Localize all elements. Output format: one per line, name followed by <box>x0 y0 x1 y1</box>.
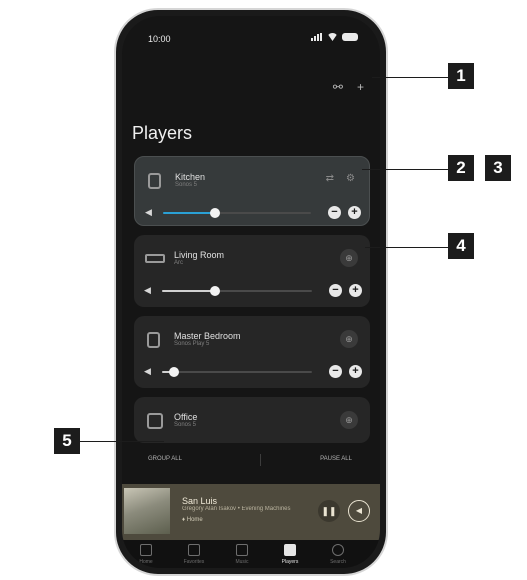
group-icon[interactable]: ⚯ <box>333 80 343 94</box>
signal-icon <box>311 33 323 41</box>
volume-icon: ◀ <box>144 366 151 376</box>
volume-down-button[interactable]: − <box>329 365 342 378</box>
tab-label: Music <box>235 559 249 565</box>
speaker-device-icon <box>148 173 161 189</box>
volume-slider[interactable] <box>162 286 312 296</box>
callout-line-4 <box>365 247 448 248</box>
volume-knob[interactable] <box>209 286 220 296</box>
player-card-kitchen[interactable]: Kitchen Sonos 5 ⇄ ⚙ ◀ − + <box>134 156 370 226</box>
now-playing-bar[interactable]: San Luis Gregory Alan Isakov • Evening M… <box>122 484 380 540</box>
volume-knob[interactable] <box>209 208 220 218</box>
callout-line-2 <box>362 169 448 170</box>
add-icon[interactable]: + <box>357 80 364 94</box>
player-card-living-room[interactable]: Living Room Arc ⊕ ◀ − + <box>134 235 370 307</box>
now-playing-room: ♦ Home <box>182 517 203 523</box>
group-button[interactable]: ⊕ <box>340 330 358 348</box>
player-model: Sonos 5 <box>174 422 197 428</box>
volume-button[interactable]: ◀ <box>348 500 370 522</box>
divider <box>260 454 261 466</box>
tab-music[interactable]: Music <box>220 544 264 565</box>
volume-down-button[interactable]: − <box>329 284 342 297</box>
tab-players[interactable]: Players <box>268 544 312 565</box>
soundbar-device-icon <box>145 254 165 263</box>
player-card-master-bedroom[interactable]: Master Bedroom Sonos Play 5 ⊕ ◀ − + <box>134 316 370 388</box>
callout-3: 3 <box>485 155 511 181</box>
player-actions: ⇄ ⚙ <box>326 173 355 184</box>
volume-fill <box>162 290 215 292</box>
speaker-device-icon <box>147 332 160 348</box>
player-card-office[interactable]: Office Sonos 5 ⊕ <box>134 397 370 443</box>
callout-line-5 <box>80 441 164 442</box>
battery-icon <box>342 33 358 41</box>
volume-icon: ◀ <box>144 285 151 295</box>
tab-label: Favorites <box>183 559 205 565</box>
tab-label: Home <box>139 559 153 565</box>
pause-all-button[interactable]: PAUSE ALL <box>320 456 352 462</box>
album-art <box>124 488 170 534</box>
player-name: Master Bedroom <box>174 331 241 341</box>
group-button[interactable]: ⊕ <box>340 249 358 267</box>
tab-label: Players <box>281 559 299 565</box>
bulk-actions: GROUP ALL PAUSE ALL <box>142 453 358 467</box>
group-button[interactable]: ⊕ <box>340 411 358 429</box>
tab-home[interactable]: Home <box>124 544 168 565</box>
header-actions: ⚯ + <box>333 80 364 94</box>
status-icons <box>311 33 358 41</box>
now-playing-subtitle: Gregory Alan Isakov • Evening Machines <box>182 506 291 512</box>
status-bar: 10:00 <box>148 32 358 46</box>
phone-frame: 10:00 ⚯ + Players Kitchen Sonos 5 ⇄ ⚙ ◀ <box>114 8 388 576</box>
volume-up-button[interactable]: + <box>349 284 362 297</box>
reorder-icon[interactable]: ⇄ <box>326 173 334 184</box>
player-name: Living Room <box>174 250 225 260</box>
volume-down-button[interactable]: − <box>328 206 341 219</box>
callout-2: 2 <box>448 155 474 181</box>
tab-favorites[interactable]: Favorites <box>172 544 216 565</box>
volume-icon: ◀ <box>145 207 152 217</box>
callout-5: 5 <box>54 428 80 454</box>
now-playing-title: San Luis <box>182 496 218 506</box>
volume-knob[interactable] <box>169 367 179 377</box>
volume-control: ◀ − + <box>144 365 362 379</box>
pause-button[interactable]: ❚❚ <box>318 500 340 522</box>
status-time: 10:00 <box>148 34 171 44</box>
volume-control: ◀ − + <box>144 284 362 298</box>
volume-fill <box>163 212 215 214</box>
player-name: Kitchen <box>175 172 206 182</box>
group-all-button[interactable]: GROUP ALL <box>148 456 182 462</box>
volume-slider[interactable] <box>162 367 312 377</box>
wifi-icon <box>327 33 338 41</box>
music-icon <box>236 544 248 556</box>
speaker-icon <box>284 544 296 556</box>
search-icon <box>332 544 344 556</box>
callout-4: 4 <box>448 233 474 259</box>
room-label: Home <box>186 517 203 523</box>
volume-up-button[interactable]: + <box>349 365 362 378</box>
star-icon <box>188 544 200 556</box>
tab-search[interactable]: Search <box>316 544 360 565</box>
app-screen: 10:00 ⚯ + Players Kitchen Sonos 5 ⇄ ⚙ ◀ <box>122 16 380 568</box>
volume-slider[interactable] <box>163 208 311 218</box>
page-title: Players <box>132 123 193 143</box>
volume-up-button[interactable]: + <box>348 206 361 219</box>
speaker-group-device-icon <box>147 413 163 429</box>
callout-1: 1 <box>448 63 474 89</box>
player-model: Arc <box>174 260 183 266</box>
player-name: Office <box>174 412 198 422</box>
callout-line-1 <box>372 77 448 78</box>
tab-bar: Home Favorites Music Players Search <box>122 540 380 568</box>
player-model: Sonos Play 5 <box>174 341 210 347</box>
home-icon <box>140 544 152 556</box>
player-model: Sonos 5 <box>175 182 198 188</box>
settings-icon[interactable]: ⚙ <box>346 173 355 184</box>
tab-label: Search <box>330 559 346 565</box>
volume-control: ◀ − + <box>145 206 361 220</box>
